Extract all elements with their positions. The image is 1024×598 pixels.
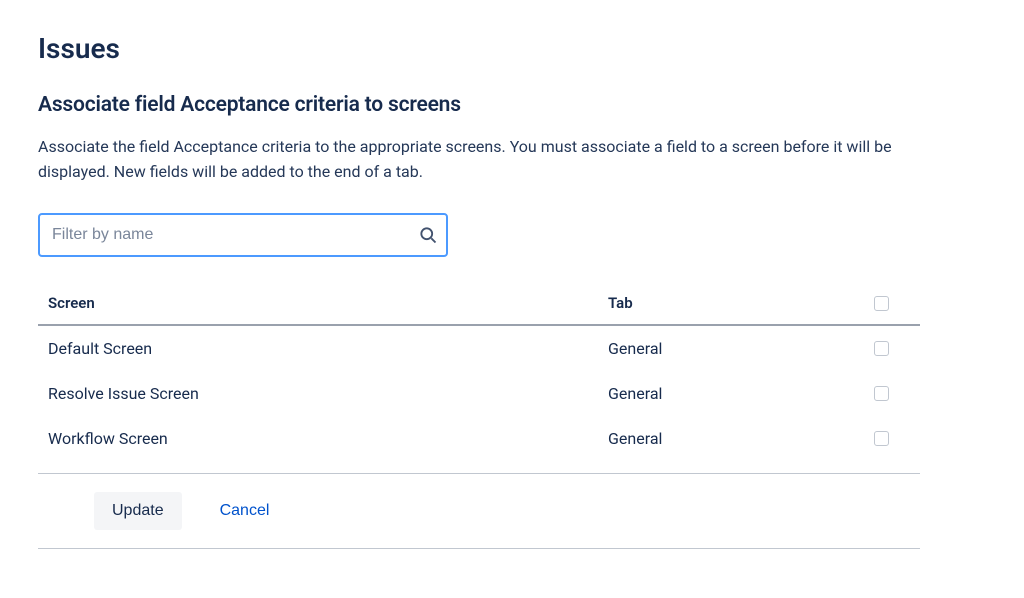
screen-tab-cell: General xyxy=(598,325,850,371)
section-title: Associate field Acceptance criteria to s… xyxy=(38,93,986,117)
screen-name-cell: Default Screen xyxy=(38,325,598,371)
button-row: Update Cancel xyxy=(38,473,920,549)
select-all-checkbox[interactable] xyxy=(874,296,889,311)
column-header-screen: Screen xyxy=(38,285,598,325)
screen-name-cell: Workflow Screen xyxy=(38,416,598,461)
screen-row-checkbox[interactable] xyxy=(874,386,889,401)
page-title: Issues xyxy=(38,32,986,65)
cancel-button[interactable]: Cancel xyxy=(216,492,274,530)
description-text: Associate the field Acceptance criteria … xyxy=(38,135,918,185)
screens-table: Screen Tab Default Screen General Resolv… xyxy=(38,285,920,462)
filter-wrap xyxy=(38,213,448,257)
table-row: Workflow Screen General xyxy=(38,416,920,461)
table-row: Default Screen General xyxy=(38,325,920,371)
table-row: Resolve Issue Screen General xyxy=(38,371,920,416)
screen-row-checkbox[interactable] xyxy=(874,341,889,356)
search-icon xyxy=(418,225,438,245)
filter-by-name-input[interactable] xyxy=(38,213,448,257)
screen-tab-cell: General xyxy=(598,416,850,461)
screen-row-checkbox[interactable] xyxy=(874,431,889,446)
screen-checkbox-cell xyxy=(850,416,920,461)
update-button[interactable]: Update xyxy=(94,492,182,530)
screen-checkbox-cell xyxy=(850,325,920,371)
screen-checkbox-cell xyxy=(850,371,920,416)
column-header-select-all xyxy=(850,285,920,325)
screen-tab-cell: General xyxy=(598,371,850,416)
table-header-row: Screen Tab xyxy=(38,285,920,325)
column-header-tab: Tab xyxy=(598,285,850,325)
screen-name-cell: Resolve Issue Screen xyxy=(38,371,598,416)
